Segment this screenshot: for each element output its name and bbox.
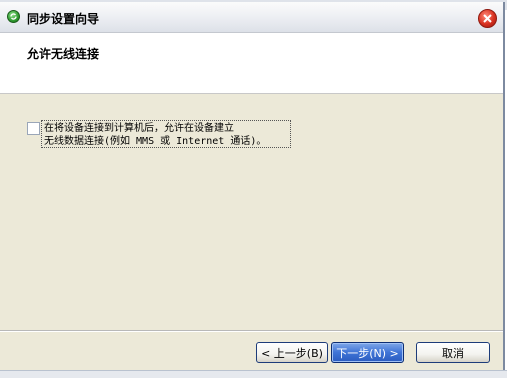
button-separator: [0, 330, 503, 332]
cancel-button[interactable]: 取消: [416, 342, 490, 363]
wizard-header: 允许无线连接: [0, 33, 503, 94]
allow-wireless-label-line2: 无线数据连接(例如 MMS 或 Internet 通话)。: [44, 136, 267, 147]
allow-wireless-label[interactable]: 在将设备连接到计算机后，允许在设备建立 无线数据连接(例如 MMS 或 Inte…: [41, 120, 291, 148]
next-button-label: 下一步(N) >: [336, 346, 399, 360]
window-title: 同步设置向导: [27, 12, 100, 26]
close-icon[interactable]: [478, 9, 497, 28]
sync-setup-wizard-dialog: 同步设置向导 允许无线连接 在将设备连接到计算机后，允许在设备建立 无线数据连接…: [0, 2, 505, 371]
title-bar[interactable]: 同步设置向导: [0, 2, 503, 33]
back-button-label: < 上一步(B): [261, 346, 323, 360]
next-button[interactable]: 下一步(N) >: [331, 342, 404, 363]
sync-wizard-icon: [7, 10, 20, 23]
back-button[interactable]: < 上一步(B): [256, 342, 328, 363]
allow-wireless-label-line1: 在将设备连接到计算机后，允许在设备建立: [44, 123, 234, 134]
allow-wireless-checkbox[interactable]: [27, 122, 40, 135]
cancel-button-label: 取消: [442, 346, 464, 360]
page-title: 允许无线连接: [27, 47, 100, 61]
